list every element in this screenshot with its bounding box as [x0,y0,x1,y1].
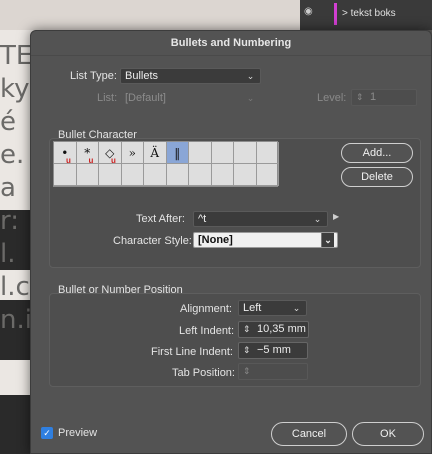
list-value: [Default] [125,92,166,104]
bullet-glyph-char: ‖ [174,146,181,160]
eye-icon[interactable]: ◉ [304,6,318,18]
document-text-fragment: é [0,107,16,137]
list-type-value: Bullets [125,70,159,82]
bullet-glyph-cell[interactable] [211,164,234,186]
bullet-glyph-cell[interactable]: ◇ u [99,142,122,165]
bullet-glyph-cell[interactable] [166,164,189,186]
position-group [49,293,421,387]
position-heading: Bullet or Number Position [58,284,183,296]
bullet-glyph-cell[interactable]: • u [54,142,77,165]
first-line-indent-label: First Line Indent: [151,346,233,358]
bullet-glyph-cell[interactable] [54,164,77,186]
stepper-icon[interactable]: ⇕ [356,90,366,105]
bullet-glyph-cell[interactable]: * u [76,142,99,165]
first-line-indent-value: −5 mm [257,344,291,356]
document-text-fragment: l. [0,239,16,269]
stepper-icon[interactable]: ⇕ [243,322,253,337]
left-indent-value: 10,35 mm [257,323,306,335]
document-page-top [0,0,300,30]
tab-position-label: Tab Position: [172,367,235,379]
character-style-value: [None] [198,234,233,246]
level-value: 1 [370,91,377,103]
document-text-fragment: TE [0,41,33,71]
stepper-icon[interactable]: ⇕ [243,364,253,379]
chevron-down-icon: ⌄ [246,71,255,81]
document-dark-block [0,395,30,454]
chevron-down-icon: ⌄ [313,214,322,224]
bullet-glyph-cell[interactable] [189,142,212,164]
bullet-glyph-cell[interactable]: ‖ [166,142,189,164]
document-text-fragment: l.c [0,272,30,302]
document-text-fragment: e. [0,140,25,170]
bullet-glyph-cell[interactable] [234,142,257,164]
stepper-icon[interactable]: ⇕ [243,343,253,358]
chevron-down-icon: ⌄ [292,303,301,313]
ok-button[interactable]: OK [352,422,424,446]
alignment-select[interactable]: Left ⌄ [238,300,307,316]
tab-position-field[interactable]: ⇕ [238,363,308,380]
character-style-select[interactable]: [None] ⌄ [193,232,338,248]
chevron-down-icon: ⌄ [321,233,334,247]
dialog-title: Bullets and Numbering [31,31,431,56]
bullets-numbering-dialog: Bullets and Numbering List Type: Bullets… [30,30,432,454]
layer-color-swatch [334,3,337,25]
bullet-glyph-cell[interactable] [211,142,234,164]
list-select[interactable]: [Default] ⌄ [120,90,261,106]
list-type-label: List Type: [70,70,117,82]
cancel-button[interactable]: Cancel [271,422,347,446]
bullet-glyph-grid: • u * u ◇ u » Ä ‖ [53,141,279,187]
left-indent-label: Left Indent: [179,325,235,337]
first-line-indent-field[interactable]: ⇕ −5 mm [238,342,308,359]
bullet-glyph-cell[interactable] [99,164,122,186]
bullet-glyph-cell[interactable] [234,164,257,186]
special-chars-arrow-icon[interactable]: ▶ [333,212,339,221]
document-text-fragment: n.i [0,305,32,335]
text-after-value: ^t [198,213,207,225]
bullet-glyph-cell[interactable] [144,164,167,186]
bullet-glyph-cell[interactable]: Ä [144,142,167,164]
level-label: Level: [317,92,347,104]
bullet-glyph-cell[interactable] [76,164,99,186]
document-text-fragments: TE ky é e. a r: l. l.c n.i [0,40,32,337]
chevron-down-icon: ⌄ [246,93,255,103]
document-text-fragment: a [0,173,16,203]
list-type-select[interactable]: Bullets ⌄ [120,68,261,84]
text-after-select[interactable]: ^t ⌄ [193,211,328,227]
character-style-label: Character Style: [113,235,192,247]
bullet-glyph-cell[interactable] [256,142,279,164]
document-text-fragment: r: [0,206,19,236]
level-field[interactable]: ⇕ 1 [351,89,417,106]
alignment-label: Alignment: [180,303,232,315]
add-button[interactable]: Add... [341,143,413,163]
layer-name[interactable]: > tekst boks [342,8,396,19]
bullet-glyph-cell[interactable] [256,164,279,186]
bullet-glyph-cell[interactable] [121,164,144,186]
left-indent-field[interactable]: ⇕ 10,35 mm [238,321,309,338]
preview-label[interactable]: Preview [58,427,97,439]
document-text-fragment: ky [0,74,30,104]
preview-checkbox[interactable]: ✓ [41,427,53,439]
delete-button[interactable]: Delete [341,167,413,187]
bullet-glyph-cell[interactable] [189,164,212,186]
bullet-glyph-char: Ä [150,146,160,160]
list-label: List: [97,92,118,104]
text-after-label: Text After: [136,213,185,225]
bullet-character-heading: Bullet Character [58,129,137,141]
alignment-value: Left [243,302,262,314]
bullet-glyph-cell[interactable]: » [121,142,144,164]
bullet-glyph-char: » [128,146,136,160]
